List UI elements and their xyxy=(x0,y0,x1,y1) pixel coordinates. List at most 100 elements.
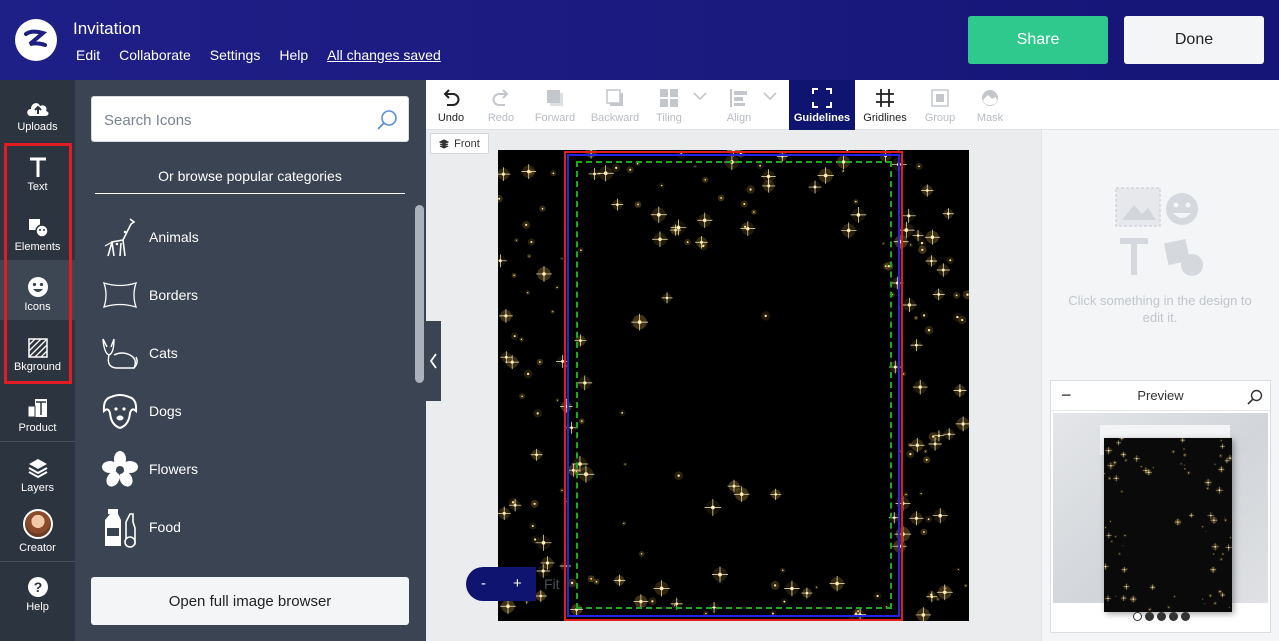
category-label: Animals xyxy=(149,229,199,245)
search-icon[interactable] xyxy=(376,109,398,131)
forward-button[interactable]: Forward xyxy=(531,80,579,130)
menu-settings[interactable]: Settings xyxy=(210,47,261,63)
guidelines-icon xyxy=(812,88,832,108)
gridlines-button[interactable]: Gridlines xyxy=(860,80,910,130)
search-input[interactable] xyxy=(104,109,364,131)
side-tab-front[interactable]: Front xyxy=(430,133,489,154)
rail-item-help[interactable]: ? Help xyxy=(0,561,75,620)
align-button[interactable]: Align xyxy=(718,80,760,130)
browse-categories-heading: Or browse popular categories xyxy=(95,168,405,194)
rail-item-label: Creator xyxy=(19,542,56,554)
forward-icon xyxy=(547,90,563,106)
redo-icon xyxy=(492,89,509,106)
edit-hint-text: Click something in the design to edit it… xyxy=(1068,293,1252,325)
rail-item-creator[interactable]: Creator xyxy=(0,501,75,561)
category-label: Cats xyxy=(149,345,178,361)
border-icon xyxy=(99,273,141,317)
category-food[interactable]: Food xyxy=(99,503,399,551)
category-label: Food xyxy=(149,519,181,535)
category-label: Flowers xyxy=(149,461,199,477)
rail-item-product[interactable]: Product xyxy=(0,380,75,441)
zoom-search-icon[interactable] xyxy=(1247,389,1263,405)
food-icon xyxy=(99,505,141,549)
side-tab-label: Front xyxy=(454,137,480,150)
mask-button[interactable]: Mask xyxy=(969,80,1011,130)
top-bar: Invitation Edit Collaborate Settings Hel… xyxy=(0,0,1279,80)
menu-help[interactable]: Help xyxy=(279,47,308,63)
tiling-dropdown[interactable] xyxy=(690,80,710,130)
tool-label: Undo xyxy=(437,112,465,124)
preview-page-dot[interactable] xyxy=(1169,612,1178,621)
category-flowers[interactable]: Flowers xyxy=(99,445,399,493)
giraffe-icon xyxy=(99,215,141,259)
backward-button[interactable]: Backward xyxy=(589,80,641,130)
preview-header: − Preview xyxy=(1051,381,1270,411)
backward-icon xyxy=(606,89,623,106)
highlight-box xyxy=(4,143,72,384)
svg-text:?: ? xyxy=(33,579,42,595)
menu-collaborate[interactable]: Collaborate xyxy=(119,47,191,63)
dog-icon xyxy=(99,389,141,433)
edit-design-illustration-icon xyxy=(1115,187,1203,276)
panel-scrollbar-thumb[interactable] xyxy=(415,205,424,383)
rail-item-uploads[interactable]: Uploads xyxy=(0,80,75,140)
tool-label: Align xyxy=(726,112,752,124)
zoom-in-button[interactable]: + xyxy=(513,575,522,592)
preview-page-dot[interactable] xyxy=(1145,612,1154,621)
zoom-out-button[interactable]: - xyxy=(481,575,486,592)
tool-label: Group xyxy=(924,112,956,124)
tiling-button[interactable]: Tiling xyxy=(648,80,690,130)
zoom-control: - + xyxy=(466,567,536,601)
minimize-icon[interactable]: − xyxy=(1061,385,1072,406)
guidelines-button[interactable]: Guidelines xyxy=(789,80,855,130)
rail-item-label: Product xyxy=(18,422,57,434)
preview-page-dot[interactable] xyxy=(1181,612,1190,621)
flower-icon xyxy=(99,447,141,491)
preview-page-dot[interactable] xyxy=(1133,612,1142,621)
category-borders[interactable]: Borders xyxy=(99,271,399,319)
rail-item-label: Help xyxy=(26,601,49,613)
collapse-panel-button[interactable] xyxy=(426,321,441,401)
zazzle-logo-icon[interactable] xyxy=(15,19,57,61)
menu-edit[interactable]: Edit xyxy=(76,47,100,63)
preview-page-dot[interactable] xyxy=(1157,612,1166,621)
category-cats[interactable]: Cats xyxy=(99,329,399,377)
menu-bar: Edit Collaborate Settings Help All chang… xyxy=(76,47,460,63)
category-dogs[interactable]: Dogs xyxy=(99,387,399,435)
align-icon xyxy=(730,89,747,107)
preview-page-dots xyxy=(1133,612,1193,621)
redo-button[interactable]: Redo xyxy=(480,80,522,130)
chevron-down-icon xyxy=(763,92,777,100)
tool-label: Guidelines xyxy=(793,112,851,124)
rail-item-label: Layers xyxy=(20,482,55,494)
preview-title: Preview xyxy=(1137,388,1184,403)
tool-label: Backward xyxy=(590,112,640,124)
share-button[interactable]: Share xyxy=(968,16,1108,64)
chevron-left-icon xyxy=(429,353,437,369)
layers-icon xyxy=(28,459,47,479)
category-animals[interactable]: Animals xyxy=(99,213,399,261)
undo-button[interactable]: Undo xyxy=(430,80,472,130)
category-label: Borders xyxy=(149,287,199,303)
product-icon xyxy=(27,399,47,418)
document-title[interactable]: Invitation xyxy=(73,19,141,39)
done-button[interactable]: Done xyxy=(1124,16,1264,64)
rail-item-layers[interactable]: Layers xyxy=(0,441,75,501)
zoom-fit-button[interactable]: Fit xyxy=(536,567,576,601)
group-icon xyxy=(931,89,949,107)
open-full-image-browser-button[interactable]: Open full image browser xyxy=(91,577,409,625)
preview-sparkles xyxy=(1104,438,1232,612)
tool-label: Redo xyxy=(487,112,515,124)
preview-card-image[interactable] xyxy=(1104,438,1232,612)
save-status-link[interactable]: All changes saved xyxy=(327,47,441,63)
tool-label: Forward xyxy=(534,112,576,124)
rail-item-label: Uploads xyxy=(17,121,58,133)
cloud-upload-icon xyxy=(26,103,49,116)
mask-icon xyxy=(982,90,998,106)
chevron-down-icon xyxy=(693,92,707,100)
layers-icon xyxy=(439,138,450,149)
design-tool-app: Invitation Edit Collaborate Settings Hel… xyxy=(0,0,1279,641)
group-button[interactable]: Group xyxy=(918,80,962,130)
align-dropdown[interactable] xyxy=(760,80,780,130)
tool-label: Mask xyxy=(976,112,1004,124)
